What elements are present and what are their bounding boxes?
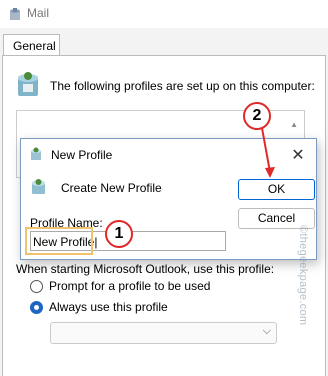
- step-2-callout: 2: [243, 102, 271, 130]
- mail-app-icon: [10, 8, 20, 20]
- close-icon[interactable]: ✕: [290, 145, 306, 165]
- radio-button-prompt[interactable]: [30, 279, 43, 293]
- mail-titlebar: Mail: [0, 0, 328, 28]
- scroll-up-icon[interactable]: ▲: [290, 120, 298, 129]
- profile-dropdown[interactable]: ⌵: [50, 322, 277, 344]
- profile-icon: [31, 147, 41, 160]
- mail-window-title: Mail: [27, 6, 50, 20]
- radio-prompt-label: Prompt for a profile to be used: [49, 279, 211, 293]
- profiles-description: The following profiles are set up on thi…: [50, 79, 315, 93]
- profiles-icon: [18, 72, 38, 96]
- step-1-callout: 1: [105, 220, 133, 248]
- startup-profile-label: When starting Microsoft Outlook, use thi…: [16, 262, 275, 276]
- ok-button[interactable]: OK: [238, 179, 315, 200]
- create-profile-label: Create New Profile: [61, 181, 162, 195]
- radio-prompt-profile[interactable]: Prompt for a profile to be used: [30, 279, 210, 293]
- tab-general[interactable]: General: [3, 34, 60, 56]
- create-profile-icon: [32, 179, 45, 194]
- radio-always-label: Always use this profile: [49, 300, 168, 314]
- dialog-title: New Profile: [51, 148, 113, 162]
- dialog-titlebar: New Profile ✕: [21, 139, 316, 169]
- input-highlight-box: [25, 227, 93, 255]
- watermark: ©thegeekpage.com: [297, 225, 309, 326]
- chevron-down-icon: ⌵: [262, 325, 271, 337]
- radio-button-always[interactable]: [30, 300, 43, 314]
- text-cursor: |: [94, 235, 98, 249]
- radio-always-use-profile[interactable]: Always use this profile: [30, 300, 168, 314]
